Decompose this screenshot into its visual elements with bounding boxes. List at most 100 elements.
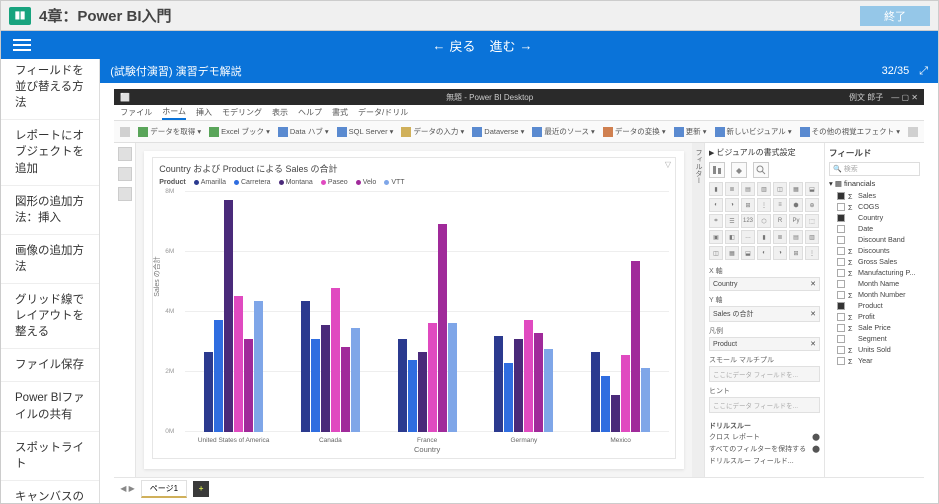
viz-tab-analytics[interactable] [753, 162, 769, 178]
nav-forward-button[interactable]: 進む → [490, 36, 533, 55]
pbi-menu-item[interactable]: ファイル [120, 107, 152, 118]
viz-type-icon[interactable]: ⊞ [789, 246, 803, 260]
legend-item[interactable]: Velo [356, 179, 377, 186]
bar[interactable] [214, 320, 223, 432]
viz-type-icon[interactable]: ▤ [741, 182, 755, 196]
field-item[interactable]: Segment [829, 333, 920, 344]
bar[interactable] [448, 323, 457, 432]
viz-type-icon[interactable]: ◑ [773, 246, 787, 260]
viz-type-icon[interactable]: ▮ [709, 182, 723, 196]
sidebar-item[interactable]: テーブル上のフィールドを並び替える方法 [1, 59, 99, 120]
viz-type-icon[interactable]: ◐ [709, 198, 723, 212]
report-canvas[interactable]: ▽ Country および Product による Sales の合計 Prod… [144, 151, 684, 469]
bar[interactable] [438, 224, 447, 432]
menu-toggle-icon[interactable] [9, 32, 35, 58]
viz-type-icon[interactable]: ▦ [789, 182, 803, 196]
model-view-icon[interactable] [118, 187, 132, 201]
field-item[interactable]: ΣManufacturing P... [829, 267, 920, 278]
field-well[interactable]: Sales の合計✕ [709, 306, 820, 322]
pbi-menu-item[interactable]: モデリング [222, 107, 262, 118]
bar[interactable] [408, 360, 417, 432]
bar[interactable] [621, 355, 630, 432]
field-item[interactable]: ΣCOGS [829, 201, 920, 212]
field-well[interactable]: Country✕ [709, 277, 820, 291]
field-item[interactable]: Discount Band [829, 234, 920, 245]
ribbon-item[interactable]: 最近のソース ▾ [532, 126, 594, 137]
viz-type-icon[interactable]: 123 [741, 214, 755, 228]
viz-type-icon[interactable]: Py [789, 214, 803, 228]
viz-type-icon[interactable]: ◑ [725, 198, 739, 212]
legend-item[interactable]: Amarilla [194, 179, 226, 186]
viz-type-icon[interactable]: ▦ [725, 246, 739, 260]
viz-type-icon[interactable]: R [773, 214, 787, 228]
ribbon-item[interactable]: データを取得 ▾ [138, 126, 201, 137]
viz-type-icon[interactable]: ◧ [725, 230, 739, 244]
viz-type-icon[interactable]: ▤ [789, 230, 803, 244]
viz-type-icon[interactable]: ≣ [725, 182, 739, 196]
viz-type-icon[interactable]: ⋮ [805, 246, 819, 260]
field-item[interactable]: Month Name [829, 278, 920, 289]
viz-type-icon[interactable]: ◫ [773, 182, 787, 196]
field-item[interactable]: ΣSale Price [829, 322, 920, 333]
ribbon-item[interactable]: データの変換 ▾ [603, 126, 666, 137]
bar[interactable] [244, 339, 253, 432]
drill-option[interactable]: すべてのフィルターを保持する ⬤ [709, 443, 820, 455]
viz-type-icon[interactable]: ◫ [709, 246, 723, 260]
report-view-icon[interactable] [118, 147, 132, 161]
sidebar-item[interactable]: スポットライト [1, 432, 99, 481]
end-button[interactable]: 終了 [860, 6, 930, 26]
viz-type-icon[interactable]: ▣ [709, 230, 723, 244]
field-item[interactable]: Country [829, 212, 920, 223]
viz-type-icon[interactable]: ⬡ [757, 214, 771, 228]
ribbon-item[interactable]: 更新 ▾ [674, 126, 707, 137]
viz-type-icon[interactable]: ⬓ [741, 246, 755, 260]
drill-option[interactable]: ドリルスルー フィールド... [709, 455, 820, 467]
bar[interactable] [641, 368, 650, 432]
viz-type-icon[interactable]: … [741, 230, 755, 244]
field-well[interactable]: Product✕ [709, 337, 820, 351]
bar[interactable] [204, 352, 213, 432]
legend-item[interactable]: Paseo [321, 179, 348, 186]
ribbon-item[interactable]: Data ハブ ▾ [278, 126, 329, 137]
legend-item[interactable]: Montana [279, 179, 313, 186]
viz-type-icon[interactable]: ⬓ [805, 182, 819, 196]
viz-type-icon[interactable]: ▥ [757, 182, 771, 196]
viz-type-icon[interactable]: ▮ [757, 230, 771, 244]
viz-tab-fields[interactable] [709, 162, 725, 178]
field-item[interactable]: ΣDiscounts [829, 245, 920, 256]
viz-type-icon[interactable]: ⌗ [709, 214, 723, 228]
viz-type-icon[interactable]: ⊕ [805, 198, 819, 212]
pbi-menu-item[interactable]: ホーム [162, 106, 186, 120]
data-view-icon[interactable] [118, 167, 132, 181]
bar[interactable] [398, 339, 407, 432]
legend-item[interactable]: Carretera [234, 179, 271, 186]
bar[interactable] [234, 296, 243, 432]
field-item[interactable]: ΣMonth Number [829, 289, 920, 300]
viz-type-icon[interactable]: ☰ [725, 214, 739, 228]
bar[interactable] [601, 376, 610, 432]
ribbon-item[interactable]: 新しいビジュアル ▾ [715, 126, 792, 137]
bar[interactable] [301, 301, 310, 432]
bar[interactable] [611, 395, 620, 432]
sidebar-item[interactable]: 画像の追加方法 [1, 235, 99, 284]
field-item[interactable]: ΣProfit [829, 311, 920, 322]
bar[interactable] [321, 325, 330, 432]
nav-back-button[interactable]: ← 戻る [432, 36, 475, 55]
sidebar-item[interactable]: キャンバスの背景を設定する [1, 481, 99, 503]
pbi-menu-item[interactable]: データ/ドリル [358, 107, 408, 118]
table-header[interactable]: ▾ ▦ financials [829, 179, 920, 188]
drill-option[interactable]: クロス レポート ⬤ [709, 431, 820, 443]
ribbon-item[interactable]: その他の視覚エフェクト ▾ [800, 126, 900, 137]
field-well[interactable]: ここにデータ フィールドを... [709, 397, 820, 413]
bar[interactable] [631, 261, 640, 432]
ribbon-item[interactable]: データの入力 ▾ [401, 126, 464, 137]
ribbon-item[interactable]: SQL Server ▾ [337, 127, 394, 137]
sidebar-item[interactable]: ファイル保存 [1, 349, 99, 382]
bar[interactable] [224, 200, 233, 432]
bar[interactable] [254, 301, 263, 432]
field-item[interactable]: Date [829, 223, 920, 234]
bar[interactable] [341, 347, 350, 432]
pbi-menu-item[interactable]: ヘルプ [298, 107, 322, 118]
field-item[interactable]: ΣUnits Sold [829, 344, 920, 355]
viz-type-icon[interactable]: ≣ [773, 230, 787, 244]
